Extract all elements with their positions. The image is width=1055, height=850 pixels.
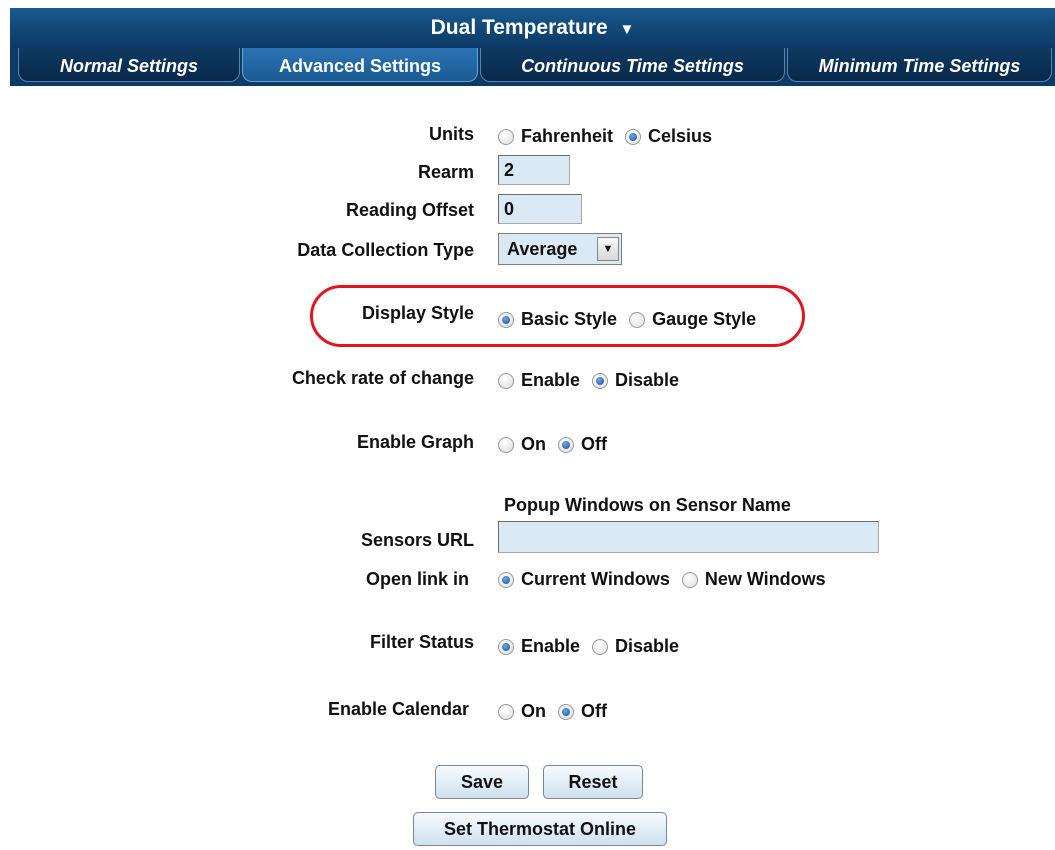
open-link-group: Current Windows New Windows — [498, 569, 838, 590]
save-button[interactable]: Save — [435, 765, 529, 799]
open-link-current-radio[interactable] — [498, 571, 514, 588]
rate-of-change-label: Check rate of change — [291, 368, 474, 388]
set-thermostat-online-button[interactable]: Set Thermostat Online — [413, 812, 667, 846]
rearm-label: Rearm — [417, 162, 474, 182]
units-fahrenheit-label: Fahrenheit — [521, 126, 614, 146]
filter-status-enable-radio[interactable] — [498, 638, 514, 655]
units-group: Fahrenheit Celsius — [498, 126, 724, 147]
reset-button[interactable]: Reset — [543, 765, 643, 799]
tab-minimum-time-settings[interactable]: Minimum Time Settings — [787, 48, 1052, 82]
filter-status-label: Filter Status — [369, 632, 474, 652]
filter-status-enable-label: Enable — [521, 636, 581, 656]
enable-graph-off-label: Off — [581, 434, 607, 454]
title-bar[interactable]: Dual Temperature ▼ — [10, 8, 1055, 46]
rate-of-change-disable-radio[interactable] — [592, 372, 609, 389]
display-style-label: Display Style — [361, 303, 474, 323]
rate-of-change-enable-label: Enable — [521, 370, 581, 390]
dropdown-arrow-icon[interactable]: ▼ — [619, 21, 634, 38]
display-style-basic-radio[interactable] — [498, 311, 514, 328]
enable-calendar-group: On Off — [498, 701, 619, 722]
data-collection-type-label: Data Collection Type — [297, 240, 474, 260]
sensors-url-input[interactable] — [498, 521, 879, 553]
enable-graph-on-radio[interactable] — [498, 436, 514, 453]
rate-of-change-enable-radio[interactable] — [498, 372, 514, 389]
units-fahrenheit-radio[interactable] — [498, 128, 514, 145]
open-link-new-label: New Windows — [704, 569, 826, 589]
filter-status-group: Enable Disable — [498, 636, 691, 657]
data-collection-type-select[interactable]: Average ▼ — [498, 233, 622, 265]
enable-calendar-label: Enable Calendar — [327, 699, 469, 719]
display-style-basic-label: Basic Style — [521, 309, 618, 329]
display-style-gauge-label: Gauge Style — [652, 309, 757, 329]
enable-graph-on-label: On — [521, 434, 546, 454]
enable-calendar-on-label: On — [521, 701, 546, 721]
rearm-input[interactable]: 2 — [498, 155, 570, 185]
tab-bar: Normal Settings Advanced Settings Contin… — [10, 46, 1055, 86]
enable-calendar-off-label: Off — [581, 701, 607, 721]
open-link-new-radio[interactable] — [681, 571, 698, 588]
units-label: Units — [429, 124, 474, 144]
units-celsius-label: Celsius — [648, 126, 713, 146]
display-style-group: Basic Style Gauge Style — [498, 309, 768, 330]
reading-offset-label: Reading Offset — [345, 200, 474, 220]
enable-graph-label: Enable Graph — [356, 432, 474, 452]
enable-calendar-on-radio[interactable] — [498, 703, 514, 720]
enable-graph-off-radio[interactable] — [558, 436, 574, 453]
sensors-url-label: Sensors URL — [360, 530, 474, 550]
open-link-current-label: Current Windows — [521, 569, 670, 589]
tab-advanced-settings[interactable]: Advanced Settings — [242, 48, 478, 82]
data-collection-type-value: Average — [507, 238, 578, 259]
popup-windows-heading: Popup Windows on Sensor Name — [504, 495, 791, 515]
reading-offset-input[interactable]: 0 — [498, 194, 582, 224]
enable-graph-group: On Off — [498, 434, 619, 455]
rate-of-change-group: Enable Disable — [498, 370, 691, 391]
filter-status-disable-radio[interactable] — [592, 638, 609, 655]
units-celsius-radio[interactable] — [625, 128, 642, 145]
tab-normal-settings[interactable]: Normal Settings — [18, 48, 240, 82]
open-link-label: Open link in — [365, 569, 469, 589]
display-style-gauge-radio[interactable] — [629, 311, 646, 328]
tab-continuous-time-settings[interactable]: Continuous Time Settings — [480, 48, 785, 82]
rate-of-change-disable-label: Disable — [615, 370, 680, 390]
page-title: Dual Temperature — [430, 16, 608, 39]
filter-status-disable-label: Disable — [615, 636, 680, 656]
chevron-down-icon[interactable]: ▼ — [597, 237, 619, 261]
enable-calendar-off-radio[interactable] — [558, 703, 574, 720]
